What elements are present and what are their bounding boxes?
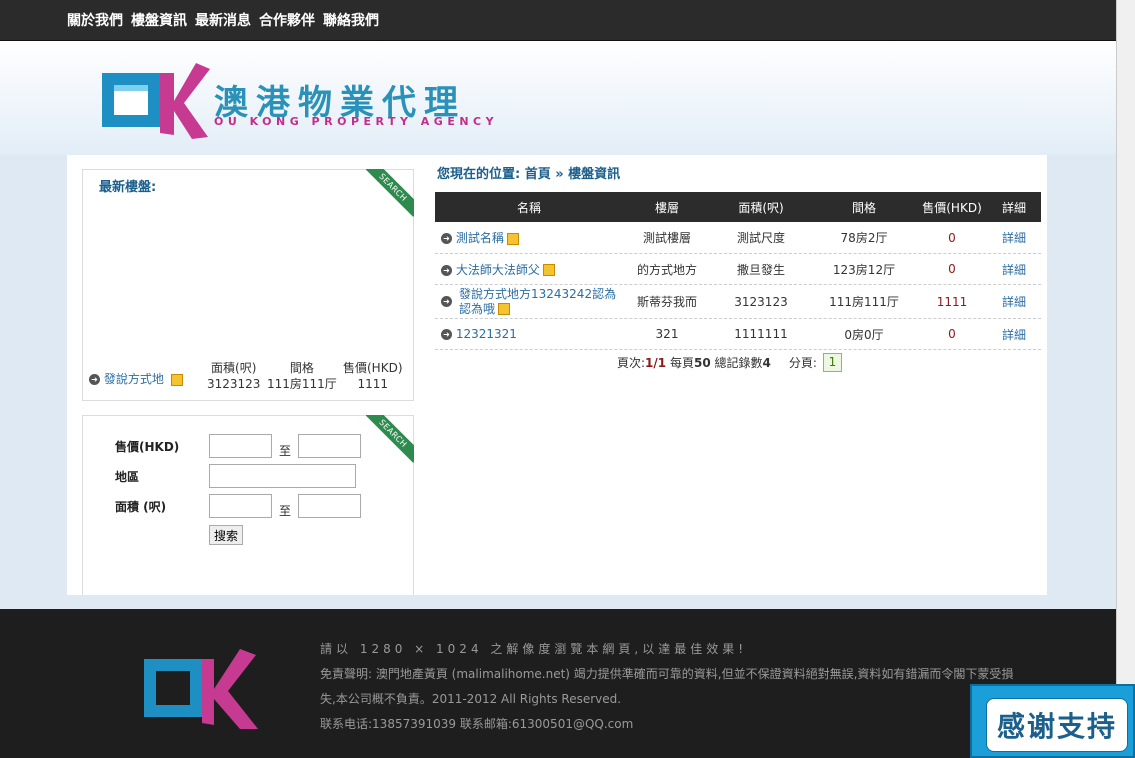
price-label: 售價(HKD) [115,439,180,454]
area-label: 面積 (呎) [115,499,167,514]
search-button[interactable]: 搜索 [209,525,244,545]
table-row: ➜ 測試名稱 測試樓層 測試尺度 78房2厅 0 詳細 [435,222,1041,254]
property-name-link[interactable]: 測試名稱 [456,231,504,245]
scrollbar[interactable] [1116,0,1135,758]
table-row: ➜ 12321321 321 1111111 0房0厅 0 詳細 [435,319,1041,350]
to-label: 至 [279,503,292,518]
area-min-input[interactable] [209,494,272,518]
footer-note: 請以 1280 × 1024 之解像度瀏覽本網頁,以達最佳效果! [320,642,748,656]
badge-icon [506,232,519,245]
price-row: 售價(HKD) 至 [115,434,362,458]
arrow-right-icon: ➜ [441,233,452,244]
to-label: 至 [279,443,292,458]
price-max-input[interactable] [298,434,362,458]
breadcrumb[interactable]: 您現在的位置: 首頁 » 樓盤資訊 [437,163,620,182]
footer-disclaimer-cont: 失,本公司概不負責。2011-2012 All Rights Reserved. [320,692,622,706]
region-input[interactable] [209,464,356,488]
top-nav-bar: 關於我們 樓盤資訊 最新消息 合作夥伴 聯絡我們 [0,0,1116,41]
page-current: 1/1 [645,355,667,370]
nav-properties[interactable]: 樓盤資訊 [131,10,187,30]
area-row: 面積 (呎) 至 [115,494,362,518]
property-table: 名稱 樓層 面積(呎) 間格 售價(HKD) 詳細 ➜ 測試名稱 測試樓層 測試… [435,192,1041,350]
badge-icon [170,373,183,386]
arrow-right-icon: ➜ [89,374,100,385]
property-name-link[interactable]: 大法師大法師父 [456,263,540,277]
arrow-right-icon: ➜ [441,264,452,276]
detail-link[interactable]: 詳細 [987,326,1041,343]
nav-about[interactable]: 關於我們 [67,10,123,30]
arrow-right-icon: ➜ [441,296,452,307]
latest-area: 3123123 [207,377,261,391]
top-nav: 關於我們 樓盤資訊 最新消息 合作夥伴 聯絡我們 [67,10,379,30]
latest-price-label: 售價(HKD) [343,361,403,375]
table-row: ➜ 發說方式地方13243242認為認為哦 斯蒂芬我而 3123123 111房1… [435,285,1041,319]
footer-contact: 联系电话:13857391039 联系邮箱:61300501@QQ.com [320,717,634,731]
region-label: 地區 [115,469,140,484]
badge-icon [498,303,511,315]
latest-item[interactable]: ➜ 發說方式地 面積(呎) 3123123 間格 111房111厅 售價(HKD… [89,360,407,396]
site-logo[interactable]: 澳港物業代理 OU KONG PROPERTY AGENCY [100,61,510,141]
area-max-input[interactable] [298,494,362,518]
site-footer: 請以 1280 × 1024 之解像度瀏覽本網頁,以達最佳效果! 免責聲明: 澳… [0,609,1116,758]
detail-link[interactable]: 詳細 [987,229,1041,246]
detail-link[interactable]: 詳細 [987,293,1041,310]
search-panel: SEARCH 售價(HKD) 至 地區 面積 (呎) 至 搜索 [82,415,414,595]
price-min-input[interactable] [209,434,272,458]
latest-layout: 111房111厅 [267,377,337,391]
page-link-1[interactable]: 1 [822,353,842,372]
pager: 頁次: 1/1 每頁 50 總記錄數 4 分頁: 1 [617,353,842,372]
search-ribbon: SEARCH [366,415,414,463]
table-row: ➜ 大法師大法師父 的方式地方 撒旦發生 123房12厅 0 詳細 [435,254,1041,285]
footer-disclaimer: 免責聲明: 澳門地產黃頁 (malimalihome.net) 竭力提供準確而可… [320,667,1014,681]
nav-news[interactable]: 最新消息 [195,10,251,30]
latest-area-label: 面積(呎) [211,361,257,375]
latest-properties-panel: SEARCH 最新樓盤: ➜ 發說方式地 面積(呎) 3123123 間格 11… [82,169,414,401]
thanks-text: 感谢支持 [986,698,1128,752]
latest-item-name[interactable]: 發說方式地 [104,372,164,386]
badge-icon [542,264,555,276]
thanks-banner[interactable]: 感谢支持 [970,684,1135,758]
nav-partners[interactable]: 合作夥伴 [259,10,315,30]
nav-contact[interactable]: 聯絡我們 [323,10,379,30]
arrow-right-icon: ➜ [441,329,452,340]
search-ribbon: SEARCH [366,169,414,217]
table-header: 名稱 樓層 面積(呎) 間格 售價(HKD) 詳細 [435,192,1041,222]
site-header: 澳港物業代理 OU KONG PROPERTY AGENCY [0,41,1116,155]
property-name-link[interactable]: 發說方式地方13243242認為認為哦 [459,287,616,316]
footer-logo-icon [144,649,258,729]
logo-subtitle: OU KONG PROPERTY AGENCY [214,115,499,128]
property-name-link[interactable]: 12321321 [456,327,517,341]
latest-layout-label: 間格 [289,361,314,375]
region-row: 地區 [115,464,356,488]
latest-price: 1111 [357,377,389,391]
latest-title: 最新樓盤: [99,180,157,195]
ok-logo-icon [102,63,210,139]
detail-link[interactable]: 詳細 [987,261,1041,278]
main-content: SEARCH 最新樓盤: ➜ 發說方式地 面積(呎) 3123123 間格 11… [67,155,1047,595]
